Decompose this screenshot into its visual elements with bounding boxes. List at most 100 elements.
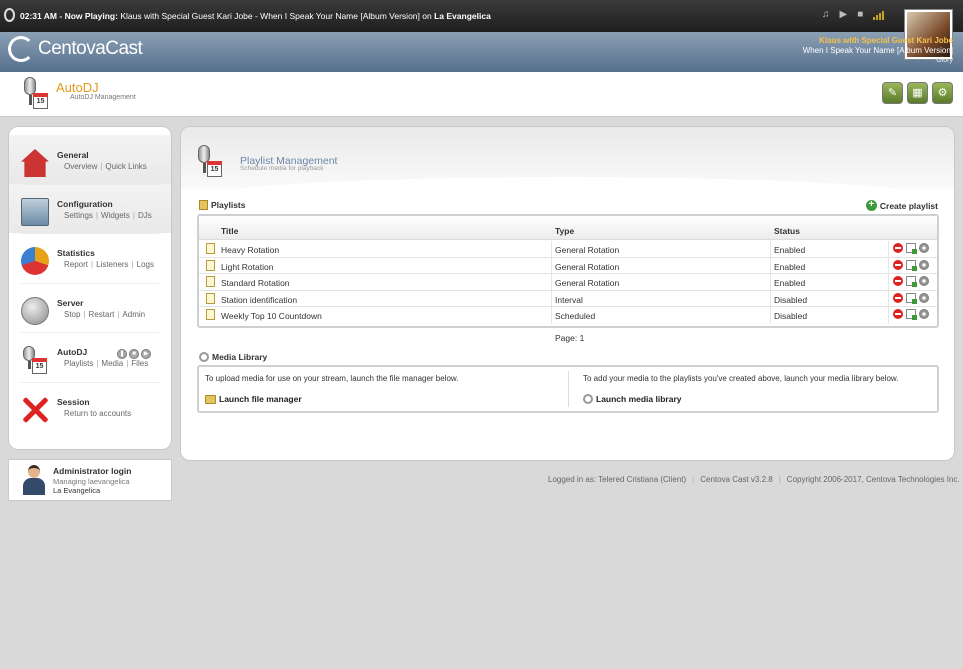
schedule-icon[interactable] [906,259,917,271]
microphone-action-icon[interactable]: ✎ [882,82,903,104]
version-info[interactable]: Centova Cast v3.2.8 [700,475,772,484]
sidebar-links: Stop | Restart | Admin [64,310,146,319]
settings-action-icon[interactable]: ⚙ [932,82,953,104]
table-row[interactable]: Station identification Interval Disabled [199,290,937,307]
pagination: Page: 1 [555,333,585,343]
launch-file-manager-link[interactable]: Launch file manager [205,394,302,404]
on-label: on [422,11,432,21]
folder-icon [205,394,216,404]
sidebar-item-autodj[interactable]: 15 AutoDJ ❚ ■ ▶ Playlists | Media | Files [9,332,171,381]
pie-chart-icon [21,247,49,275]
link-settings[interactable]: Settings [64,211,93,220]
link-restart[interactable]: Restart [89,310,115,319]
schedule-icon[interactable] [906,309,917,320]
link-report[interactable]: Report [64,260,88,269]
settings-icon[interactable] [919,276,929,286]
schedule-icon[interactable] [906,292,917,304]
launch-media-library-link[interactable]: Launch media library [583,394,682,404]
column-status[interactable]: Status [774,226,800,236]
now-title: When I Speak Your Name [Album Version] [802,46,953,55]
settings-icon[interactable] [919,243,929,253]
link-quick-links[interactable]: Quick Links [105,162,146,171]
settings-icon[interactable] [919,309,929,319]
launch-media-library-label: Launch media library [596,394,682,404]
playlist-title[interactable]: Weekly Top 10 Countdown [221,311,322,321]
link-files[interactable]: Files [131,359,148,368]
track-name: Klaus with Special Guest Kari Jobe - Whe… [120,11,420,21]
page-subtitle: AutoDJ Management [70,94,136,101]
music-note-icon[interactable]: ♫ [822,10,830,20]
sidebar-item-server[interactable]: Server Stop | Restart | Admin [9,283,171,332]
sidebar-links: Playlists | Media | Files [64,359,149,368]
now-playing-text: 02:31 AM - Now Playing: Klaus with Speci… [20,11,491,21]
header-actions: ✎ ▦ ⚙ [882,82,953,104]
delete-icon[interactable] [893,276,903,286]
playlist-icon [199,200,208,210]
settings-icon[interactable] [919,259,929,270]
autodj-icon: 15 [22,77,50,111]
delete-icon[interactable] [893,309,903,319]
link-icon [199,352,209,362]
sidebar-item-general[interactable]: General Overview | Quick Links [9,135,171,184]
table-row[interactable]: Standard Rotation General Rotation Enabl… [199,274,937,291]
row-actions [893,292,929,304]
stop-icon[interactable]: ■ [857,10,863,20]
table-row[interactable]: Weekly Top 10 Countdown Scheduled Disabl… [199,307,937,324]
link-admin[interactable]: Admin [122,310,145,319]
link-media[interactable]: Media [101,359,123,368]
playlist-title[interactable]: Light Rotation [221,262,273,272]
sidebar-item-session[interactable]: Session Return to accounts [9,382,171,431]
page-header: 15 AutoDJ AutoDJ Management ✎ ▦ ⚙ [0,72,963,117]
link-widgets[interactable]: Widgets [101,211,130,220]
app-logo[interactable]: CentovaCast [8,36,143,62]
schedule-icon[interactable] [906,243,917,254]
main-panel: 15 Playlist Management Schedule media fo… [180,126,955,461]
delete-icon[interactable] [893,259,903,270]
settings-icon[interactable] [919,292,929,303]
column-type[interactable]: Type [555,226,574,236]
current-time: 02:31 AM [20,11,58,21]
link-icon [583,394,593,404]
playlist-file-icon [206,309,215,320]
link-logs[interactable]: Logs [137,260,154,269]
media-library-box: To upload media for use on your stream, … [197,365,939,413]
column-title[interactable]: Title [221,226,238,236]
schedule-action-icon[interactable]: ▦ [907,82,928,104]
link-listeners[interactable]: Listeners [96,260,128,269]
link-stop[interactable]: Stop [64,310,80,319]
file-manager-text: To upload media for use on your stream, … [205,374,459,383]
playlist-type: General Rotation [555,245,620,255]
pause-icon[interactable]: ❚ [117,349,127,359]
playlist-title[interactable]: Heavy Rotation [221,245,279,255]
table-row[interactable]: Heavy Rotation General Rotation Enabled [199,241,937,258]
play-icon[interactable]: ▶ [840,10,848,20]
link-return-to-accounts[interactable]: Return to accounts [64,409,131,418]
schedule-icon[interactable] [906,276,917,287]
playlist-title[interactable]: Station identification [221,295,297,305]
delete-icon[interactable] [893,292,903,303]
playlist-type: General Rotation [555,261,620,272]
volume-icon[interactable] [873,10,885,20]
playlist-file-icon [206,259,215,271]
table-row[interactable]: Light Rotation General Rotation Enabled [199,257,937,274]
app-name: CentovaCast [38,38,143,59]
link-playlists[interactable]: Playlists [64,359,93,368]
playlist-title[interactable]: Standard Rotation [221,278,290,288]
sidebar-item-label: Configuration [57,199,113,209]
now-artist: Klaus with Special Guest Kari Jobe [819,36,953,45]
copyright: Copyright 2006-2017, Centova Technologie… [786,475,960,484]
section-subtitle: Schedule media for playback [240,165,324,172]
skip-icon[interactable]: ▶ [141,349,151,359]
admin-title: Administrator login [53,466,132,476]
sidebar-item-statistics[interactable]: Statistics Report | Listeners | Logs [9,233,171,282]
admin-managing: Managing laevangelica [53,477,130,486]
link-overview[interactable]: Overview [64,162,97,171]
create-playlist-button[interactable]: + Create playlist [865,200,938,211]
delete-icon[interactable] [893,243,903,253]
sidebar-links: Settings | Widgets | DJs [64,211,152,220]
sidebar-item-configuration[interactable]: Configuration Settings | Widgets | DJs [9,184,171,233]
station-name: La Evangelica [434,11,491,21]
autodj-controls: ❚ ■ ▶ [117,349,151,359]
stop-icon[interactable]: ■ [129,349,139,359]
link-djs[interactable]: DJs [138,211,152,220]
